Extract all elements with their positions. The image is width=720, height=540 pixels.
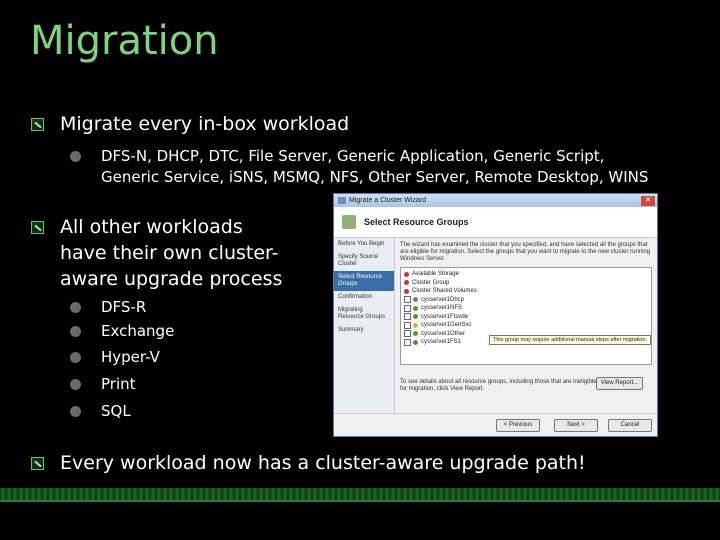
arrow-bullet-icon <box>31 118 44 131</box>
previous-button[interactable]: < Previous <box>496 419 540 432</box>
footer-decoration-band <box>0 488 720 500</box>
sub-bullet-text: DFS-N, DHCP, DTC, File Server, Generic A… <box>101 147 649 186</box>
sub-bullet-hyperv: Hyper-V <box>70 347 160 368</box>
sub-bullet-text: SQL <box>101 402 131 420</box>
checkbox[interactable] <box>404 338 411 346</box>
checkbox[interactable] <box>404 330 411 338</box>
checkbox[interactable] <box>404 296 411 304</box>
migrate-cluster-wizard-screenshot: Migrate a Cluster Wizard ✕ Select Resour… <box>333 193 658 437</box>
wizard-header: Select Resource Groups <box>334 207 657 238</box>
footer-decoration-line <box>0 500 720 502</box>
sub-bullet-print: Print <box>70 374 136 395</box>
list-item-label: Cluster Group <box>412 279 450 286</box>
checkbox[interactable] <box>404 304 411 312</box>
list-item[interactable]: Available Storage <box>404 270 648 279</box>
list-item[interactable]: Cluster Shared Volumes <box>404 287 648 296</box>
dot-bullet-icon <box>70 326 81 337</box>
wizard-step-migrating[interactable]: Migrating Resource Groups <box>334 304 394 324</box>
bullet-text: All other workloads have their own clust… <box>60 216 283 290</box>
list-item[interactable]: Cluster Group <box>404 279 648 288</box>
sub-bullet-text: Hyper-V <box>101 348 160 366</box>
arrow-bullet-icon <box>31 457 44 470</box>
list-item[interactable]: cysserver1GenSvc <box>404 321 648 330</box>
dot-bullet-icon <box>70 302 81 313</box>
wizard-content: The wizard has examined the cluster that… <box>400 242 652 393</box>
sub-bullet-text: Exchange <box>101 322 175 340</box>
wizard-step-select-groups[interactable]: Select Resource Groups <box>334 271 394 291</box>
sub-bullet-exchange: Exchange <box>70 321 174 342</box>
bullet-migrate-inbox: Migrate every in-box workload <box>31 111 349 137</box>
view-report-button[interactable]: View Report... <box>596 377 643 390</box>
resource-group-list[interactable]: Available Storage Cluster Group Cluster … <box>400 267 652 365</box>
wizard-button-bar: < Previous Next > Cancel <box>334 413 657 436</box>
next-button[interactable]: Next > <box>554 419 598 432</box>
list-item-label: Available Storage <box>412 271 459 278</box>
wizard-step-summary[interactable]: Summary <box>334 324 394 337</box>
error-icon <box>404 288 409 294</box>
list-item[interactable]: cysserver1NFS <box>404 304 648 313</box>
dot-bullet-icon <box>70 352 81 363</box>
checkbox[interactable] <box>404 321 411 329</box>
warning-tooltip: This group may require additional manual… <box>489 335 652 345</box>
wizard-titlebar: Migrate a Cluster Wizard ✕ <box>334 194 657 207</box>
sub-bullet-text: DFS-R <box>101 298 147 316</box>
list-item-label: Cluster Shared Volumes <box>412 288 477 295</box>
sub-bullet-dfsr: DFS-R <box>70 297 146 318</box>
ok-icon <box>413 297 418 303</box>
error-icon <box>404 280 409 286</box>
list-item-label: cysserver1GenSvc <box>421 322 472 329</box>
wizard-header-title: Select Resource Groups <box>364 217 469 227</box>
wizard-step-confirmation[interactable]: Confirmation <box>334 291 394 304</box>
wizard-window-title: Migrate a Cluster Wizard <box>349 197 427 204</box>
list-item[interactable]: cysserver1Dhcp <box>404 296 648 305</box>
wizard-step-before-you-begin[interactable]: Before You Begin <box>334 238 394 251</box>
ok-icon <box>413 331 418 337</box>
bullet-every-workload: Every workload now has a cluster-aware u… <box>31 450 586 476</box>
dot-bullet-icon <box>70 406 81 417</box>
list-item-label: cysserver1FS1 <box>421 339 462 346</box>
close-icon[interactable]: ✕ <box>641 195 655 206</box>
sub-bullet-text: Print <box>101 375 136 393</box>
bullet-text: Migrate every in-box workload <box>60 113 350 135</box>
checkbox[interactable] <box>404 313 411 321</box>
sub-bullet-inbox-workloads: DFS-N, DHCP, DTC, File Server, Generic A… <box>70 146 650 188</box>
wizard-footer-text: To see details about all resource groups… <box>400 379 597 392</box>
error-icon <box>404 271 409 277</box>
list-item-label: cysserver1Ftsvde <box>421 313 469 320</box>
list-item[interactable]: cysserver1Ftsvde <box>404 313 648 322</box>
warning-icon <box>413 322 418 328</box>
wizard-step-specify-source[interactable]: Specify Source Cluster <box>334 251 394 271</box>
dot-bullet-icon <box>70 151 81 162</box>
bullet-text: Every workload now has a cluster-aware u… <box>60 452 586 474</box>
wizard-header-icon <box>342 215 356 229</box>
list-item-label: cysserver1Dhcp <box>421 296 465 303</box>
cancel-button[interactable]: Cancel <box>608 419 652 432</box>
ok-icon <box>413 314 418 320</box>
ok-icon <box>413 339 418 345</box>
wizard-step-nav: Before You Begin Specify Source Cluster … <box>334 238 395 412</box>
bullet-other-workloads: All other workloads have their own clust… <box>31 214 301 292</box>
list-item-label: cysserver1NFS <box>421 305 463 312</box>
ok-icon <box>413 305 418 311</box>
sub-bullet-sql: SQL <box>70 401 131 422</box>
wizard-description: The wizard has examined the cluster that… <box>400 242 651 262</box>
list-item-label: cysserver1Other <box>421 330 466 337</box>
slide-title: Migration <box>30 18 219 64</box>
wizard-app-icon <box>338 197 346 204</box>
dot-bullet-icon <box>70 379 81 390</box>
arrow-bullet-icon <box>31 221 44 234</box>
